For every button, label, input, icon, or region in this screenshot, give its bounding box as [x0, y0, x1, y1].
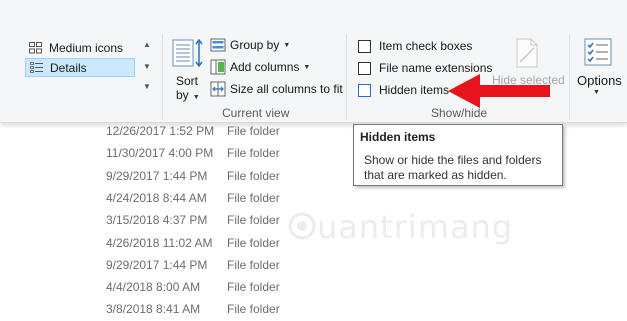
layout-scroll-down-button[interactable]: ▼ — [141, 62, 153, 71]
details-icon — [30, 61, 44, 74]
checkbox-box — [358, 39, 371, 53]
group-separator — [569, 34, 570, 120]
date-modified-cell: 11/30/2017 4:00 PM — [106, 146, 214, 161]
sort-by-label-line1: Sort — [176, 74, 199, 88]
chevron-down-icon: ▼ — [192, 94, 200, 101]
layout-scroll-up-button[interactable]: ▲ — [141, 40, 153, 49]
type-cell: File folder — [227, 190, 280, 205]
size-columns-to-fit-button[interactable]: Size all columns to fit — [210, 81, 343, 97]
type-cell: File folder — [227, 168, 280, 183]
type-cell: File folder — [227, 213, 280, 228]
date-modified-cell: 3/15/2018 4:37 PM — [106, 213, 208, 228]
group-separator — [162, 34, 163, 120]
hidden-items-checkbox[interactable]: Hidden items — [358, 83, 449, 97]
size-columns-icon — [210, 81, 226, 97]
item-check-boxes-label: Item check boxes — [379, 39, 473, 53]
type-cell: File folder — [227, 146, 280, 161]
hide-selected-icon — [514, 38, 540, 71]
layout-details[interactable]: Details — [25, 58, 135, 77]
show-hide-group-label: Show/hide — [431, 106, 488, 120]
sort-by-label-line2-text: by — [176, 88, 189, 102]
chevron-down-icon: ▼ — [303, 63, 311, 71]
type-cell: File folder — [227, 302, 280, 317]
sort-by-button[interactable]: Sort by ▼ — [170, 38, 206, 102]
watermark: uantrimang — [287, 208, 513, 246]
type-cell: File folder — [227, 124, 280, 138]
file-name-extensions-checkbox[interactable]: File name extensions — [358, 61, 492, 75]
type-cell: File folder — [227, 235, 280, 250]
checkbox-box — [358, 83, 371, 97]
date-modified-cell: 4/26/2018 11:02 AM — [106, 235, 213, 250]
file-name-extensions-label: File name extensions — [379, 61, 493, 75]
date-modified-cell: 3/8/2018 8:41 AM — [106, 302, 201, 317]
add-columns-label: Add columns — [230, 60, 300, 74]
date-modified-cell: 4/24/2018 8:44 AM — [106, 190, 207, 205]
checkbox-box — [358, 61, 371, 75]
date-modified-cell: 12/26/2017 1:52 PM — [106, 124, 215, 138]
item-check-boxes-checkbox[interactable]: Item check boxes — [358, 39, 472, 53]
group-by-button[interactable]: Group by ▼ — [210, 37, 290, 53]
tooltip-title: Hidden items — [360, 130, 436, 144]
table-row[interactable]: 4/24/2018 8:44 AM File folder — [0, 188, 627, 210]
layout-item-label: Details — [50, 60, 87, 75]
type-cell: File folder — [227, 257, 280, 272]
hidden-items-tooltip: Hidden items Show or hide the files and … — [353, 124, 563, 186]
table-row[interactable]: 4/4/2018 8:00 AM File folder — [0, 277, 627, 299]
hidden-items-label: Hidden items — [379, 83, 450, 97]
group-by-icon — [210, 37, 226, 53]
group-by-label: Group by — [230, 38, 280, 52]
tooltip-body: Show or hide the files and folders that … — [364, 153, 542, 182]
add-columns-button[interactable]: Add columns ▼ — [210, 59, 310, 75]
type-cell: File folder — [227, 280, 280, 295]
date-modified-cell: 4/4/2018 8:00 AM — [106, 280, 201, 295]
date-modified-cell: 9/29/2017 1:44 PM — [106, 168, 208, 183]
chevron-down-icon: ▼ — [593, 89, 600, 96]
layout-expand-button[interactable]: ▼ — [141, 82, 153, 91]
table-row[interactable]: 3/8/2018 8:41 AM File folder — [0, 299, 627, 321]
watermark-logo-icon — [287, 211, 317, 244]
size-columns-label: Size all columns to fit — [230, 82, 343, 96]
watermark-text: uantrimang — [317, 208, 514, 246]
options-icon — [584, 38, 612, 69]
chevron-down-icon: ▼ — [283, 41, 291, 49]
options-button[interactable]: Options ▼ — [574, 38, 624, 100]
medium-icons-icon — [29, 41, 43, 54]
sort-by-label-line2: by ▼ — [176, 88, 200, 102]
current-view-group-label: Current view — [222, 106, 290, 120]
sort-by-icon — [172, 38, 204, 73]
add-columns-icon — [210, 59, 226, 75]
red-arrow-annotation — [448, 74, 550, 108]
layout-medium-icons[interactable]: Medium icons — [25, 38, 135, 57]
group-separator — [346, 34, 347, 120]
options-label: Options — [577, 73, 622, 88]
date-modified-cell: 9/29/2017 1:44 PM — [106, 257, 208, 272]
table-row[interactable]: 9/29/2017 1:44 PM File folder — [0, 255, 627, 277]
layout-item-label: Medium icons — [49, 40, 124, 55]
